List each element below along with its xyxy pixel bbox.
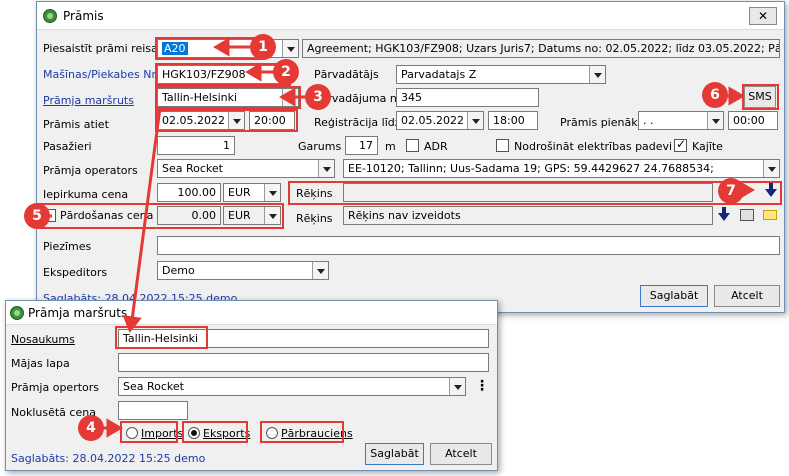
- annotation-badge-3: 3: [305, 84, 331, 110]
- annotation-arrows: [38, 37, 755, 438]
- annotation-badge-4: 4: [78, 415, 104, 441]
- annotation-badge-1: 1: [250, 34, 276, 60]
- annotation-badge-5: 5: [24, 203, 50, 229]
- annotation-badge-6: 6: [702, 82, 728, 108]
- annotation-badge-2: 2: [273, 59, 299, 85]
- annotation-badge-7: 7: [718, 178, 744, 204]
